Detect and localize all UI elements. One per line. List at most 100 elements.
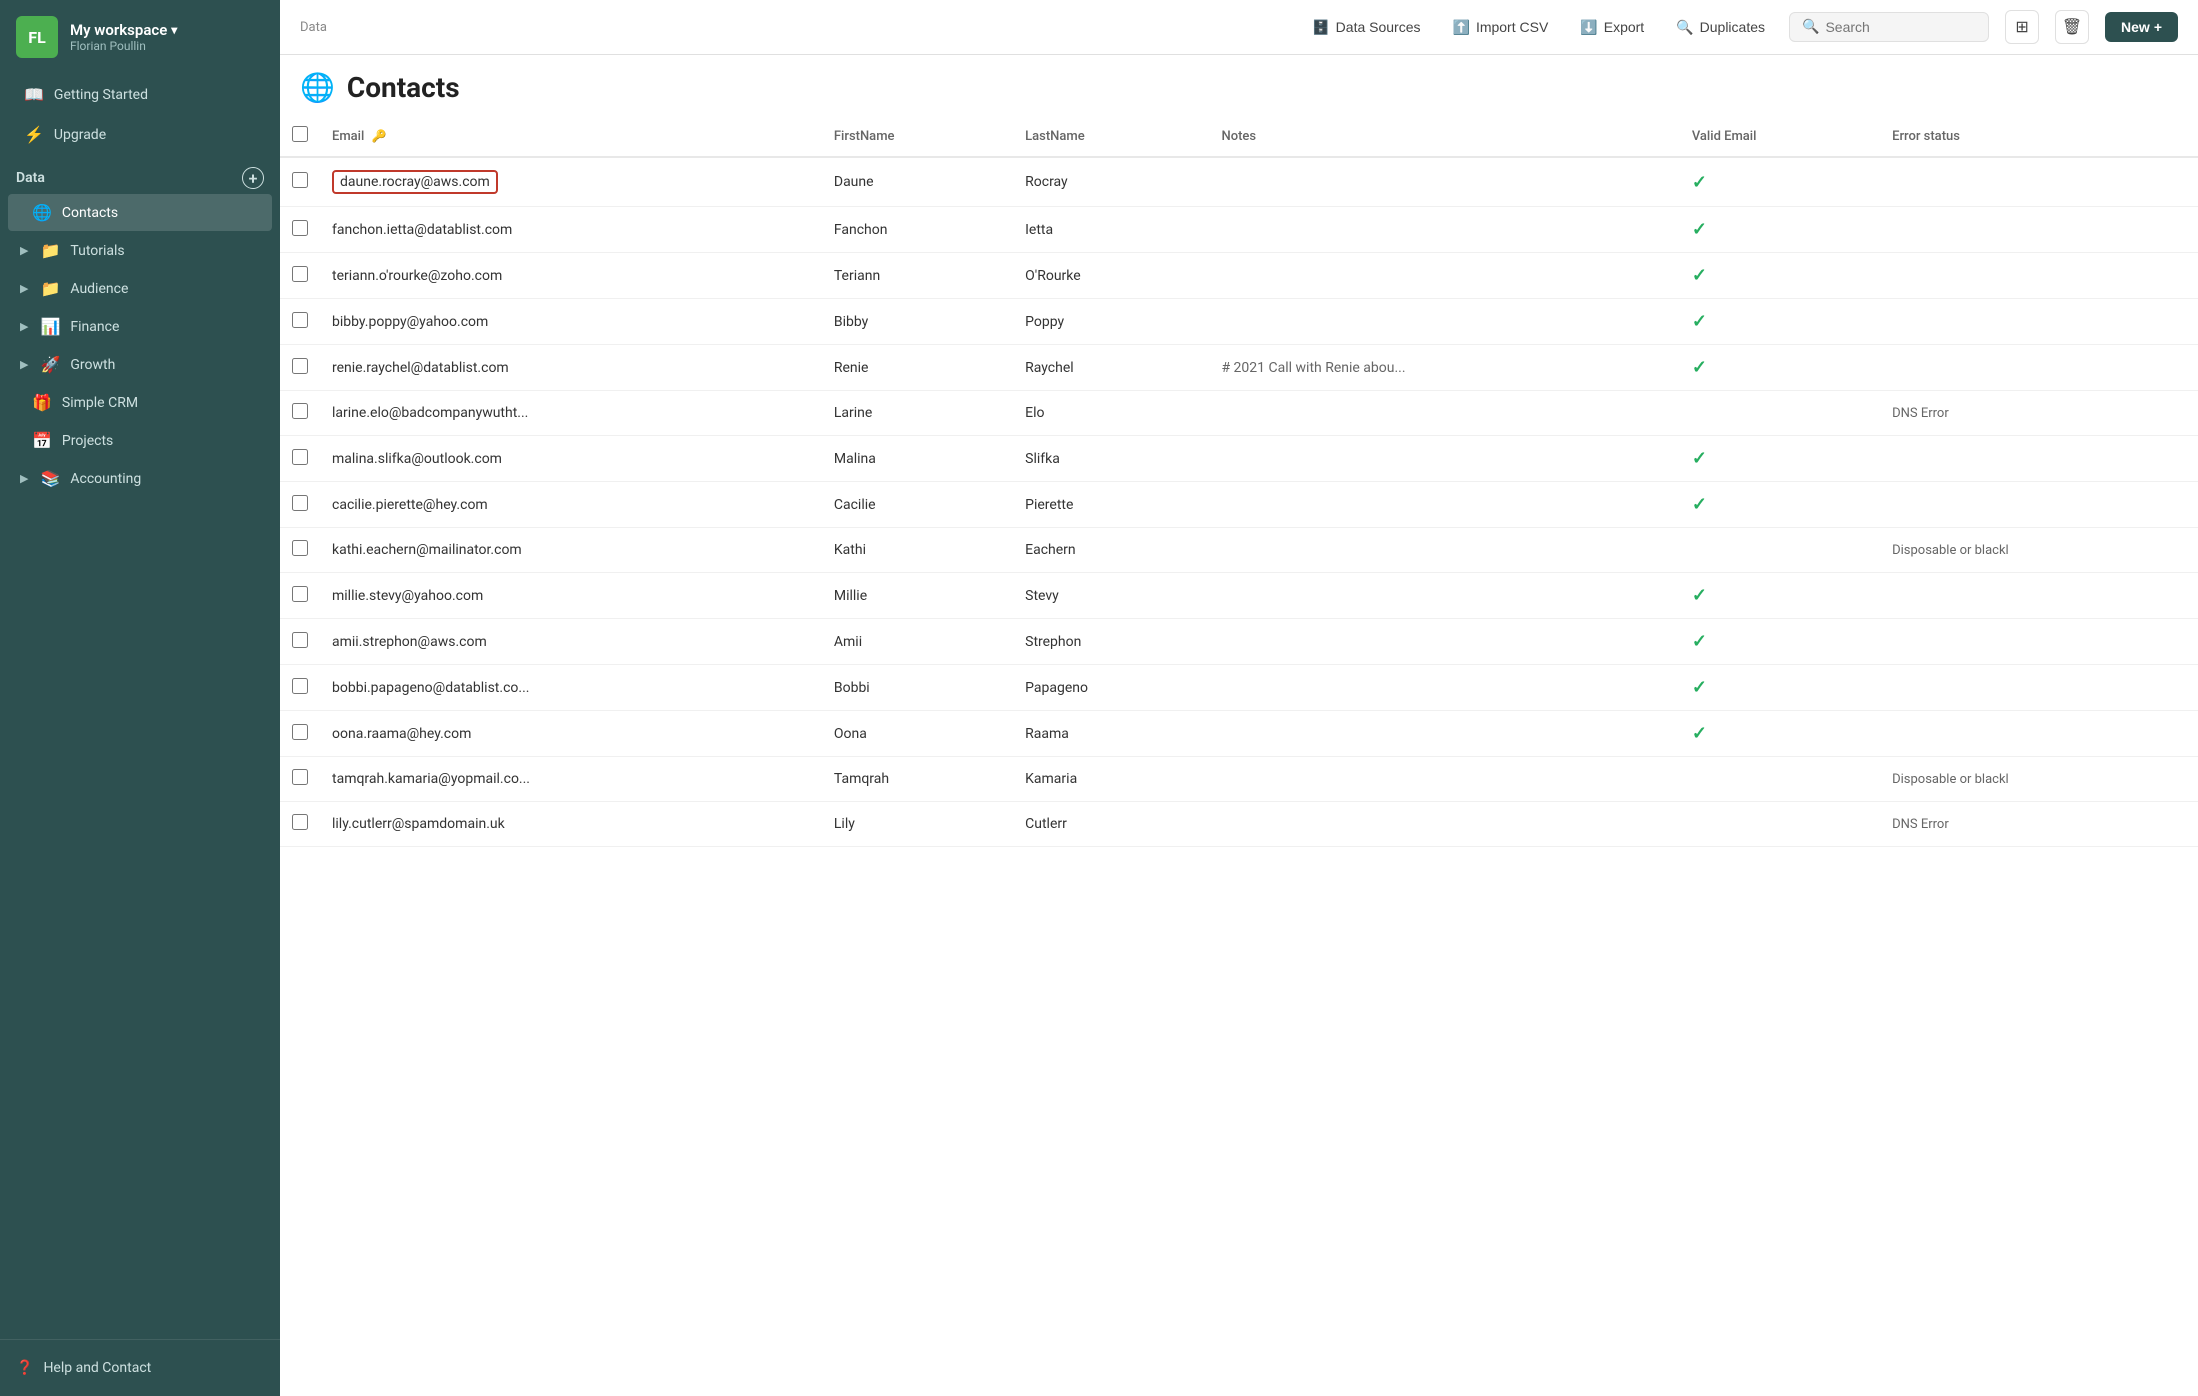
row-checkbox[interactable] xyxy=(292,724,308,740)
row-checkbox-cell xyxy=(280,345,320,391)
checkmark-icon: ✓ xyxy=(1692,219,1707,240)
lastname-cell: Cutlerr xyxy=(1013,802,1209,847)
duplicates-button[interactable]: 🔍 Duplicates xyxy=(1668,15,1773,40)
row-checkbox-cell xyxy=(280,207,320,253)
error-status-cell xyxy=(1880,207,2198,253)
top-bar: Data 🗄️ Data Sources ⬆️ Import CSV ⬇️ Ex… xyxy=(280,0,2198,55)
search-input[interactable] xyxy=(1825,19,1976,35)
sidebar-item-accounting[interactable]: ▶ 📚 Accounting xyxy=(8,460,272,497)
select-all-checkbox[interactable] xyxy=(292,126,308,142)
email-cell[interactable]: millie.stevy@yahoo.com xyxy=(320,573,822,619)
row-checkbox[interactable] xyxy=(292,814,308,830)
row-checkbox[interactable] xyxy=(292,495,308,511)
valid-email-cell xyxy=(1680,802,1880,847)
email-cell[interactable]: amii.strephon@aws.com xyxy=(320,619,822,665)
email-cell[interactable]: teriann.o'rourke@zoho.com xyxy=(320,253,822,299)
email-cell[interactable]: bibby.poppy@yahoo.com xyxy=(320,299,822,345)
row-checkbox[interactable] xyxy=(292,769,308,785)
sidebar-item-upgrade[interactable]: ⚡ Upgrade xyxy=(8,115,272,154)
email-cell[interactable]: cacilie.pierette@hey.com xyxy=(320,482,822,528)
row-checkbox[interactable] xyxy=(292,172,308,188)
error-status-cell xyxy=(1880,299,2198,345)
row-checkbox[interactable] xyxy=(292,220,308,236)
sidebar-item-contacts[interactable]: 🌐 Contacts xyxy=(8,194,272,231)
sidebar-item-projects[interactable]: 📅 Projects xyxy=(8,422,272,459)
row-checkbox[interactable] xyxy=(292,449,308,465)
email-cell[interactable]: kathi.eachern@mailinator.com xyxy=(320,528,822,573)
data-section-header: Data + xyxy=(0,155,280,193)
notes-cell xyxy=(1209,157,1679,207)
sidebar-item-growth[interactable]: ▶ 🚀 Growth xyxy=(8,346,272,383)
error-status-cell: DNS Error xyxy=(1880,802,2198,847)
workspace-user: Florian Poullin xyxy=(70,39,177,53)
row-checkbox-cell xyxy=(280,757,320,802)
sidebar-item-getting-started[interactable]: 📖 Getting Started xyxy=(8,75,272,114)
top-bar-left: Data xyxy=(300,20,327,35)
search-box[interactable]: 🔍 xyxy=(1789,12,1989,42)
sidebar-item-tutorials[interactable]: ▶ 📁 Tutorials xyxy=(8,232,272,269)
import-csv-button[interactable]: ⬆️ Import CSV xyxy=(1445,15,1557,40)
sidebar-item-label: Contacts xyxy=(62,205,118,221)
workspace-header[interactable]: FL My workspace ▾ Florian Poullin xyxy=(0,0,280,66)
email-cell[interactable]: renie.raychel@datablist.com xyxy=(320,345,822,391)
row-checkbox-cell xyxy=(280,665,320,711)
import-icon: ⬆️ xyxy=(1453,19,1470,36)
email-cell[interactable]: fanchon.ietta@datablist.com xyxy=(320,207,822,253)
checkmark-icon: ✓ xyxy=(1692,311,1707,332)
row-checkbox-cell xyxy=(280,619,320,665)
duplicates-icon: 🔍 xyxy=(1676,19,1693,36)
notes-cell xyxy=(1209,436,1679,482)
new-button[interactable]: New + xyxy=(2105,12,2178,42)
row-checkbox[interactable] xyxy=(292,540,308,556)
email-cell[interactable]: larine.elo@badcompanywutht... xyxy=(320,391,822,436)
email-cell[interactable]: tamqrah.kamaria@yopmail.co... xyxy=(320,757,822,802)
email-cell[interactable]: lily.cutlerr@spamdomain.uk xyxy=(320,802,822,847)
sidebar-item-simple-crm[interactable]: 🎁 Simple CRM xyxy=(8,384,272,421)
upgrade-icon: ⚡ xyxy=(24,125,44,144)
chevron-right-icon: ▶ xyxy=(20,282,28,295)
table-row: oona.raama@hey.comOonaRaama✓ xyxy=(280,711,2198,757)
row-checkbox-cell xyxy=(280,573,320,619)
sidebar-item-finance[interactable]: ▶ 📊 Finance xyxy=(8,308,272,345)
notes-cell xyxy=(1209,391,1679,436)
row-checkbox[interactable] xyxy=(292,632,308,648)
notes-column-header[interactable]: Notes xyxy=(1209,116,1679,157)
page-header: 🌐 Contacts xyxy=(280,55,2198,116)
firstname-column-header[interactable]: FirstName xyxy=(822,116,1013,157)
lastname-column-header[interactable]: LastName xyxy=(1013,116,1209,157)
email-cell[interactable]: oona.raama@hey.com xyxy=(320,711,822,757)
table-row: renie.raychel@datablist.comRenieRaychel#… xyxy=(280,345,2198,391)
row-checkbox[interactable] xyxy=(292,403,308,419)
table-row: amii.strephon@aws.comAmiiStrephon✓ xyxy=(280,619,2198,665)
row-checkbox[interactable] xyxy=(292,358,308,374)
sidebar-navigation: 📖 Getting Started ⚡ Upgrade Data + 🌐 Con… xyxy=(0,66,280,1339)
error-status-column-header[interactable]: Error status xyxy=(1880,116,2198,157)
valid-email-cell xyxy=(1680,391,1880,436)
row-checkbox-cell xyxy=(280,802,320,847)
firstname-cell: Larine xyxy=(822,391,1013,436)
email-cell[interactable]: daune.rocray@aws.com xyxy=(320,157,822,207)
help-contact-item[interactable]: ❓ Help and Contact xyxy=(16,1352,264,1384)
row-checkbox-cell xyxy=(280,157,320,207)
email-column-header[interactable]: Email 🔑 xyxy=(320,116,822,157)
export-button[interactable]: ⬇️ Export xyxy=(1572,15,1652,40)
row-checkbox[interactable] xyxy=(292,312,308,328)
sidebar-item-audience[interactable]: ▶ 📁 Audience xyxy=(8,270,272,307)
valid-email-cell: ✓ xyxy=(1680,253,1880,299)
trash-icon: 🗑 xyxy=(2062,17,2082,37)
email-cell[interactable]: malina.slifka@outlook.com xyxy=(320,436,822,482)
row-checkbox[interactable] xyxy=(292,678,308,694)
checkmark-icon: ✓ xyxy=(1692,494,1707,515)
error-status-cell xyxy=(1880,619,2198,665)
valid-email-cell xyxy=(1680,757,1880,802)
delete-button[interactable]: 🗑 xyxy=(2055,10,2089,44)
row-checkbox-cell xyxy=(280,711,320,757)
add-data-button[interactable]: + xyxy=(242,167,264,189)
email-cell[interactable]: bobbi.papageno@datablist.co... xyxy=(320,665,822,711)
valid-email-column-header[interactable]: Valid Email xyxy=(1680,116,1880,157)
row-checkbox[interactable] xyxy=(292,266,308,282)
chevron-right-icon: ▶ xyxy=(20,320,28,333)
data-sources-button[interactable]: 🗄️ Data Sources xyxy=(1304,15,1428,40)
layout-toggle-button[interactable]: ⊞ xyxy=(2005,10,2039,44)
row-checkbox[interactable] xyxy=(292,586,308,602)
